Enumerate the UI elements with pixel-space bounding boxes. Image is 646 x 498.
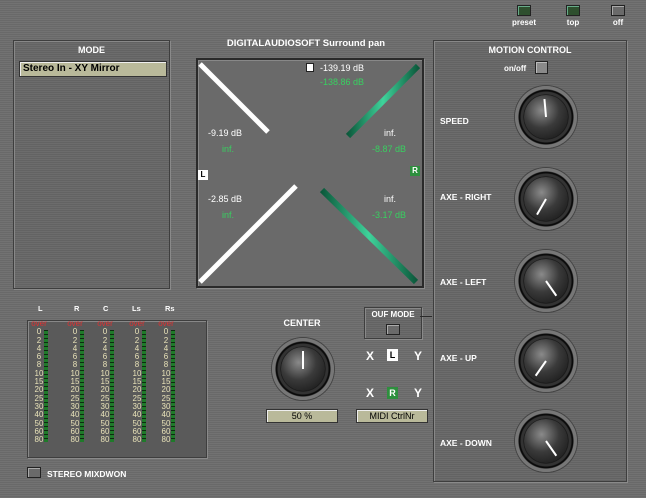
axe-left-knob[interactable] bbox=[515, 250, 577, 312]
db-top-green: -138.86 dB bbox=[320, 77, 365, 87]
meter-label-c: C bbox=[103, 304, 109, 313]
mode-panel: MODE Stereo In - XY Mirror bbox=[13, 40, 170, 289]
speed-label: SPEED bbox=[440, 116, 469, 126]
db-ur-green: -8.87 dB bbox=[372, 144, 407, 154]
stereo-mixdown-toggle[interactable] bbox=[27, 467, 41, 478]
center-knob[interactable] bbox=[272, 338, 334, 400]
motion-control-title: MOTION CONTROL bbox=[488, 45, 572, 55]
x-label-2: X bbox=[366, 386, 375, 400]
meter-bar bbox=[44, 330, 48, 442]
mode-select[interactable]: Stereo In - XY Mirror bbox=[19, 61, 167, 77]
top-label: top bbox=[566, 18, 580, 27]
ouf-mode-panel: OUF MODE bbox=[364, 307, 422, 339]
top-button[interactable] bbox=[566, 5, 580, 16]
preset-label: preset bbox=[511, 18, 536, 27]
db-ul-white: -9.19 dB bbox=[208, 128, 243, 138]
axe-down-knob[interactable] bbox=[515, 410, 577, 472]
meter-label-ls: Ls bbox=[132, 304, 141, 313]
x-label-1: X bbox=[366, 349, 375, 363]
ouf-connector bbox=[420, 316, 432, 317]
preset-button[interactable] bbox=[517, 5, 531, 16]
stereo-mixdown-label: STEREO MIXDWON bbox=[47, 469, 127, 479]
pan-line-upper-left bbox=[198, 62, 270, 134]
meter-bar bbox=[80, 330, 84, 442]
motion-onoff-label: on/off bbox=[504, 64, 527, 73]
meter-column-r: over 0 2 4 6 8 10 15 20 25 30 40 50 60 80 bbox=[67, 319, 84, 444]
r-toggle[interactable]: R bbox=[387, 387, 398, 399]
meter-column-c: over 0 2 4 6 8 10 15 20 25 30 40 50 60 80 bbox=[97, 319, 114, 444]
db-lr-white: inf. bbox=[384, 194, 397, 204]
meter-labels: L R C Ls Rs bbox=[30, 304, 200, 314]
axe-down-label: AXE - DOWN bbox=[440, 438, 492, 448]
db-ul-green: inf. bbox=[222, 144, 235, 154]
meter-label-r: R bbox=[74, 304, 80, 313]
right-marker[interactable]: R bbox=[410, 166, 420, 176]
axe-right-label: AXE - RIGHT bbox=[440, 192, 492, 202]
l-toggle[interactable]: L bbox=[387, 349, 398, 361]
off-button[interactable] bbox=[611, 5, 625, 16]
meter-column-rs: over 0 2 4 6 8 10 15 20 25 30 40 50 60 80 bbox=[158, 319, 175, 444]
pan-lines bbox=[198, 62, 421, 285]
axe-right-knob[interactable] bbox=[515, 168, 577, 230]
meter-label-l: L bbox=[38, 304, 43, 313]
db-lr-green: -3.17 dB bbox=[372, 210, 407, 220]
center-title: CENTER bbox=[283, 318, 321, 328]
meter-bar bbox=[110, 330, 114, 442]
y-label-2: Y bbox=[414, 386, 423, 400]
surround-pan-display[interactable]: -139.19 dB -138.86 dB -9.19 dB inf. inf.… bbox=[196, 58, 424, 288]
center-value: 50 % bbox=[266, 409, 338, 423]
ouf-mode-label: OUF MODE bbox=[371, 310, 415, 319]
motion-onoff-toggle[interactable] bbox=[535, 61, 548, 74]
axe-up-label: AXE - UP bbox=[440, 353, 477, 363]
db-ll-green: inf. bbox=[222, 210, 235, 220]
axe-up-knob[interactable] bbox=[515, 330, 577, 392]
meter-bar bbox=[171, 330, 175, 442]
meter-label-rs: Rs bbox=[165, 304, 175, 313]
meters-panel bbox=[27, 320, 207, 458]
plugin-title: DIGITALAUDIOSOFT Surround pan bbox=[226, 38, 386, 49]
db-ll-white: -2.85 dB bbox=[208, 194, 243, 204]
db-top-white: -139.19 dB bbox=[320, 63, 365, 73]
meter-column-ls: over 0 2 4 6 8 10 15 20 25 30 40 50 60 80 bbox=[129, 319, 146, 444]
pan-line-lower-right bbox=[319, 187, 419, 285]
speed-knob[interactable] bbox=[515, 86, 577, 148]
midi-ctrl-field[interactable]: MIDI CtrlNr bbox=[356, 409, 428, 423]
meter-column-l: over 0 2 4 6 8 10 15 20 25 30 40 50 60 80 bbox=[31, 319, 48, 444]
y-label-1: Y bbox=[414, 349, 423, 363]
mode-title: MODE bbox=[78, 45, 105, 55]
pan-handle[interactable] bbox=[306, 63, 314, 72]
ouf-mode-button[interactable] bbox=[386, 324, 400, 335]
axe-left-label: AXE - LEFT bbox=[440, 277, 487, 287]
meter-bar bbox=[142, 330, 146, 442]
left-marker[interactable]: L bbox=[198, 170, 208, 180]
db-ur-white: inf. bbox=[384, 128, 397, 138]
off-label: off bbox=[612, 18, 624, 27]
